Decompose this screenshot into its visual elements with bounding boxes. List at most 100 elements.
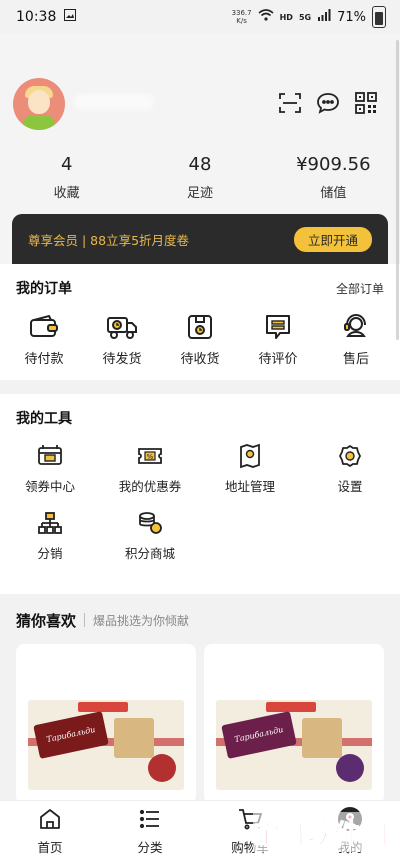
profile-header: 4 收藏 48 足迹 ¥909.56 储值 尊享会员 | 88立享5折月度卷 立…: [0, 34, 400, 264]
stat-value: 4: [60, 154, 73, 175]
order-label: 待付款: [24, 352, 64, 367]
orders-row: 待付款 待发货 待收货 待评价 售后: [0, 312, 400, 367]
coupon-center-icon: [0, 442, 100, 470]
scrollbar[interactable]: [396, 40, 399, 340]
distribution-icon: [0, 509, 100, 537]
product-card[interactable]: Тарибальди: [16, 644, 196, 804]
vip-text: 尊享会员 | 88立享5折月度卷: [28, 232, 190, 248]
gear-icon: [300, 442, 400, 470]
tool-my-coupons[interactable]: % 我的优惠券: [100, 442, 200, 495]
ticket-icon: %: [100, 442, 200, 470]
orders-card: 我的订单 全部订单 待付款 待发货 待收货 待评价 售后: [0, 264, 400, 380]
gallery-icon: [64, 9, 77, 25]
truck-icon: [90, 312, 154, 342]
tools-card: 我的工具 领券中心 % 我的优惠券 地址管理 设置 分销 积分商城: [0, 394, 400, 594]
stat-balance[interactable]: ¥909.56 储值: [267, 152, 400, 201]
tool-settings[interactable]: 设置: [300, 442, 400, 495]
avatar-face: [28, 90, 50, 114]
message-icon[interactable]: [316, 91, 340, 115]
product-image: Тарибальди: [216, 700, 372, 790]
recommend-header: 猜你喜欢 爆品挑选为你倾献: [0, 598, 400, 642]
stats-row: 4 收藏 48 足迹 ¥909.56 储值: [0, 152, 400, 201]
package-icon: [168, 312, 232, 342]
list-icon: [100, 807, 200, 831]
svg-text:%: %: [147, 453, 154, 461]
order-label: 待评价: [258, 352, 298, 367]
battery-percent: 71%: [337, 9, 366, 25]
tool-label: 我的优惠券: [118, 479, 182, 494]
battery-icon: [372, 6, 386, 28]
nav-label: 分类: [137, 840, 163, 855]
avatar-shirt: [23, 115, 55, 130]
product-image: Тарибальди: [28, 700, 184, 790]
watermark-text: 宝哥软件园: [253, 819, 389, 850]
nav-label: 首页: [37, 840, 63, 855]
tool-distribution[interactable]: 分销: [0, 509, 100, 562]
username-blurred: [74, 94, 154, 110]
tool-label: 积分商城: [124, 546, 175, 561]
watermark-logo: 宝哥软件园: [253, 812, 389, 852]
qrcode-icon[interactable]: [354, 91, 378, 115]
tool-label: 领券中心: [24, 479, 75, 494]
recommend-title: 猜你喜欢: [16, 611, 77, 630]
stat-footprints[interactable]: 48 足迹: [133, 152, 266, 201]
stat-label: 储值: [320, 186, 347, 201]
stat-label: 足迹: [186, 186, 213, 201]
stat-value: ¥909.56: [296, 154, 371, 175]
tool-address[interactable]: 地址管理: [200, 442, 300, 495]
status-right: 336.7 K/s HD 5G 71%: [232, 6, 386, 28]
tool-label: 地址管理: [224, 479, 275, 494]
signal-icon: [317, 9, 331, 25]
tools-grid: 领券中心 % 我的优惠券 地址管理 设置 分销 积分商城: [0, 442, 400, 562]
order-after-sales[interactable]: 售后: [324, 312, 388, 367]
hd-indicator: HD: [279, 12, 293, 22]
product-brand-badge: [266, 702, 316, 712]
tool-coupon-center[interactable]: 领券中心: [0, 442, 100, 495]
tools-header: 我的工具: [0, 394, 400, 442]
nav-category[interactable]: 分类: [100, 801, 200, 858]
clock: 10:38: [16, 9, 57, 25]
product-brand: Тарибальди: [221, 711, 297, 759]
screen: 10:38 336.7 K/s HD 5G 71% 4 收藏 48 足迹 ¥90…: [0, 0, 400, 858]
tool-label: 分销: [37, 546, 63, 561]
order-pending-shipment[interactable]: 待发货: [90, 312, 154, 367]
status-bar: 10:38 336.7 K/s HD 5G 71%: [0, 0, 400, 34]
coins-icon: [100, 509, 200, 537]
product-wafer: [302, 718, 342, 758]
wifi-icon: [258, 9, 274, 25]
vip-banner[interactable]: 尊享会员 | 88立享5折月度卷 立即开通: [12, 214, 388, 264]
net-speed: 336.7 K/s: [232, 9, 252, 25]
stat-label: 收藏: [53, 186, 80, 201]
orders-header: 我的订单 全部订单: [0, 264, 400, 312]
nav-home[interactable]: 首页: [0, 801, 100, 858]
avatar[interactable]: [13, 78, 65, 130]
review-icon: [246, 312, 310, 342]
product-brand-badge: [78, 702, 128, 712]
home-icon: [0, 807, 100, 831]
status-left: 10:38: [16, 9, 77, 25]
net-speed-value: 336.7: [231, 9, 252, 17]
scan-icon[interactable]: [278, 91, 302, 115]
product-fruit: [148, 754, 176, 782]
tool-label: 设置: [337, 479, 363, 494]
stat-value: 48: [188, 154, 212, 175]
order-pending-payment[interactable]: 待付款: [12, 312, 76, 367]
header-actions: [278, 91, 378, 115]
order-label: 待收货: [180, 352, 220, 367]
wallet-icon: [12, 312, 76, 342]
product-card[interactable]: Тарибальди: [204, 644, 384, 804]
stat-favorites[interactable]: 4 收藏: [0, 152, 133, 201]
order-label: 待发货: [102, 352, 142, 367]
divider: [84, 613, 86, 627]
network-type: 5G: [298, 12, 312, 22]
vip-open-button[interactable]: 立即开通: [293, 226, 372, 252]
location-icon: [200, 442, 300, 470]
order-pending-receipt[interactable]: 待收货: [168, 312, 232, 367]
order-pending-review[interactable]: 待评价: [246, 312, 310, 367]
product-wafer: [114, 718, 154, 758]
tool-points-mall[interactable]: 积分商城: [100, 509, 200, 562]
recommend-subtitle: 爆品挑选为你倾献: [93, 613, 190, 628]
all-orders-link[interactable]: 全部订单: [336, 280, 384, 297]
product-brand: Тарибальди: [33, 711, 109, 759]
order-label: 售后: [342, 352, 369, 367]
